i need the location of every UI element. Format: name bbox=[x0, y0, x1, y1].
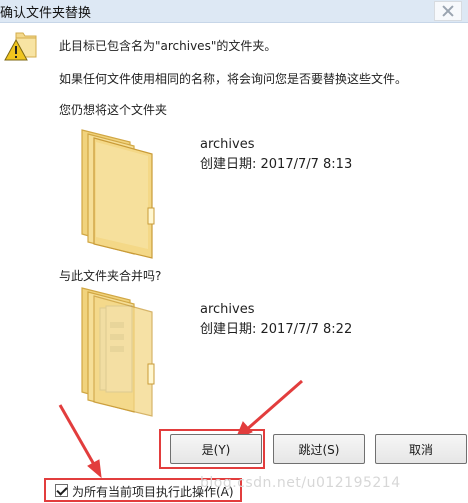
cancel-button[interactable]: 取消 bbox=[375, 434, 467, 464]
watermark-text: blog.csdn.net/u012195214 bbox=[200, 475, 401, 491]
apply-to-all-checkbox[interactable] bbox=[55, 484, 68, 497]
skip-button[interactable]: 跳过(S) bbox=[273, 434, 365, 464]
incoming-folder-date: 创建日期: 2017/7/7 8:22 bbox=[200, 322, 353, 337]
window-title: 确认文件夹替换 bbox=[0, 6, 92, 21]
close-button[interactable] bbox=[434, 1, 462, 21]
existing-folder-icon bbox=[72, 126, 158, 261]
merge-prompt: 与此文件夹合并吗? bbox=[59, 269, 162, 283]
incoming-folder-name: archives bbox=[200, 302, 255, 317]
existing-folder-date: 创建日期: 2017/7/7 8:13 bbox=[200, 157, 353, 172]
yes-button[interactable]: 是(Y) bbox=[170, 434, 262, 464]
incoming-folder-icon bbox=[72, 284, 158, 419]
message-line-1: 此目标已包含名为"archives"的文件夹。 bbox=[59, 39, 277, 53]
message-line-2: 如果任何文件使用相同的名称，将会询问您是否要替换这些文件。 bbox=[59, 72, 408, 86]
warning-triangle-icon bbox=[4, 38, 28, 61]
arrow-head-checkbox bbox=[87, 459, 102, 479]
arrow-to-yes bbox=[244, 379, 303, 433]
warning-icon bbox=[4, 30, 48, 70]
existing-folder-name: archives bbox=[200, 137, 255, 152]
title-bar: 确认文件夹替换 bbox=[0, 0, 468, 23]
message-line-3: 您仍想将这个文件夹 bbox=[59, 103, 168, 117]
